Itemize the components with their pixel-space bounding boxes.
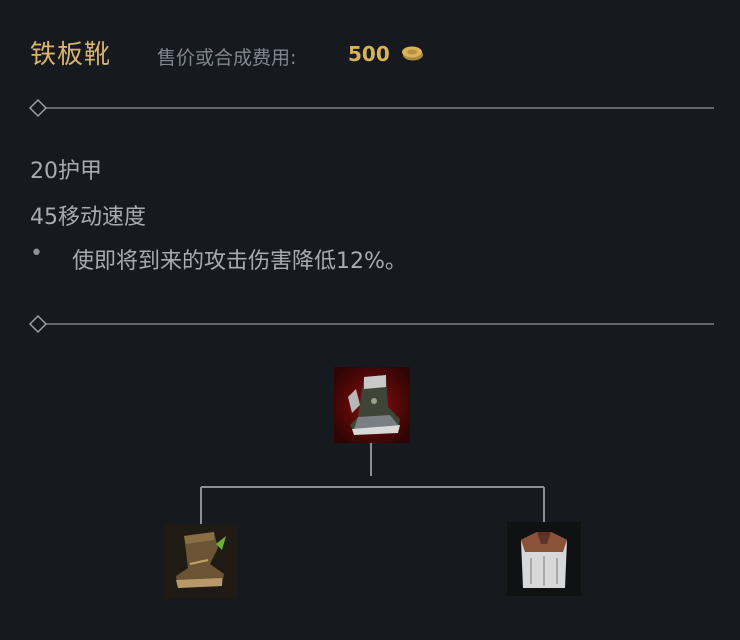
- cost-label: 售价或合成费用:: [157, 47, 297, 69]
- cloth-armor-icon[interactable]: [507, 522, 581, 596]
- cost-value: 500: [348, 42, 390, 66]
- boots-icon[interactable]: [164, 524, 238, 598]
- gold-coin-icon: [402, 46, 423, 61]
- passive-text: 使即将到来的攻击伤害降低12%。: [72, 249, 407, 274]
- divider-top: [28, 98, 714, 118]
- stat-move-speed: 45移动速度: [30, 205, 146, 230]
- passive-bullet: •: [30, 241, 43, 266]
- plated-steelcaps-icon[interactable]: [334, 367, 410, 443]
- item-title: 铁板靴: [30, 40, 112, 70]
- divider-bottom: [28, 314, 714, 334]
- stat-armor: 20护甲: [30, 159, 102, 184]
